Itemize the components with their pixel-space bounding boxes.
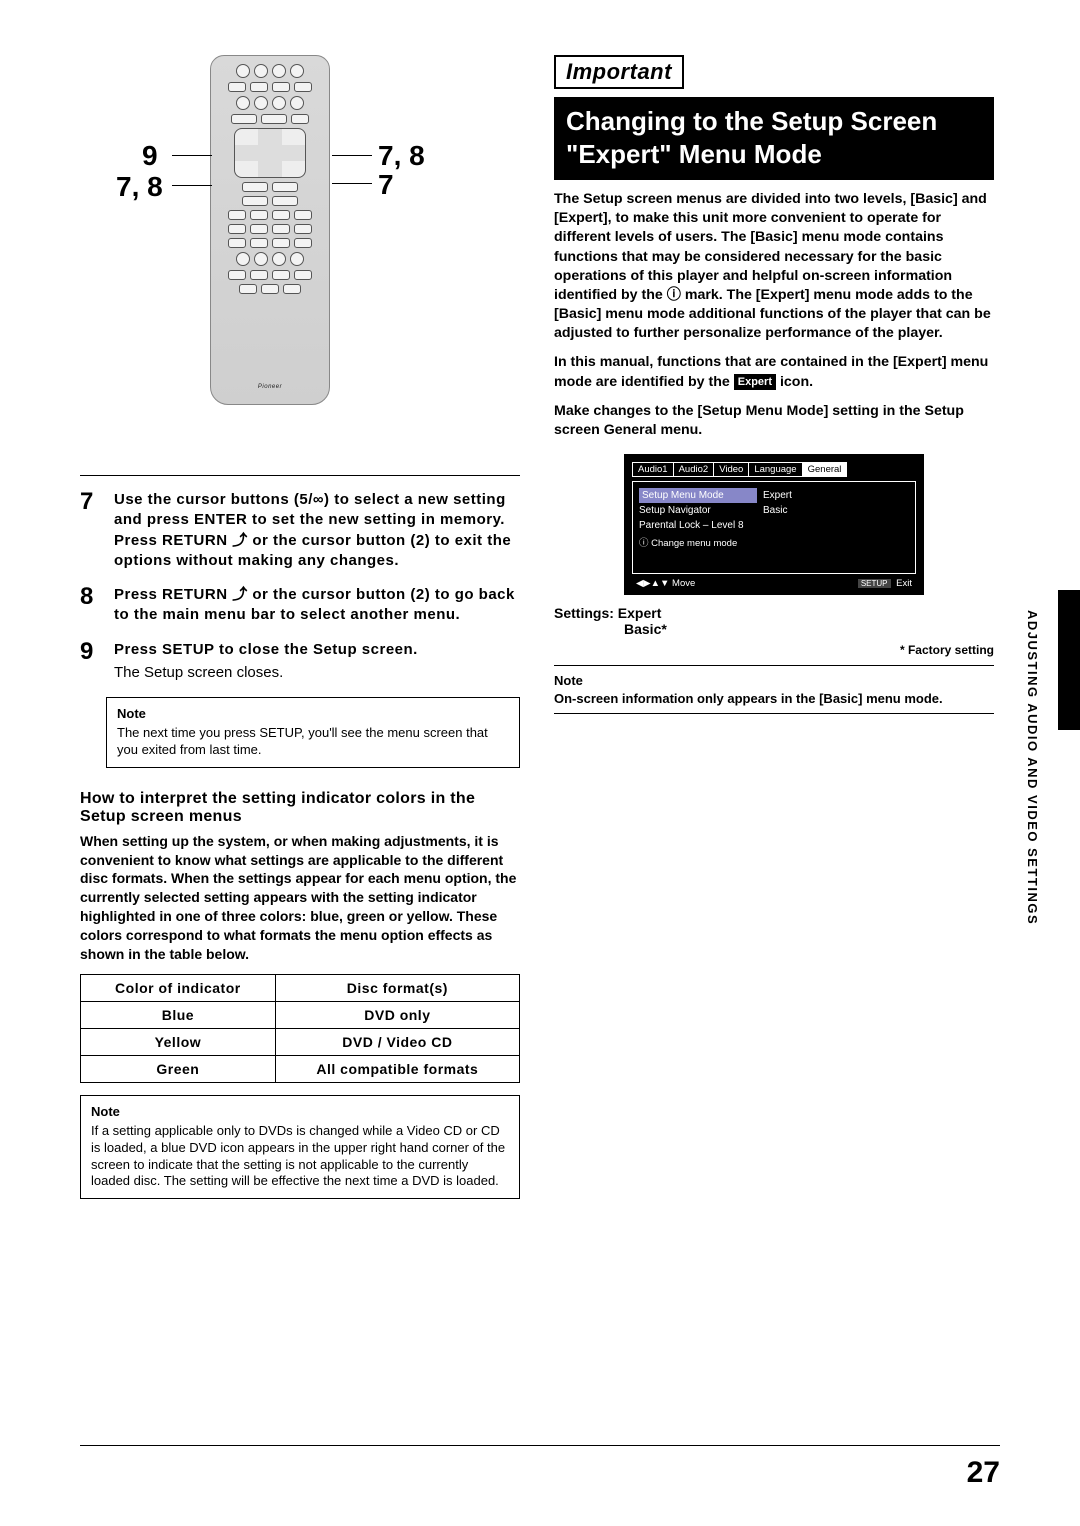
step-subtext: The Setup screen closes. xyxy=(114,663,418,683)
osd-tab: Video xyxy=(713,462,748,477)
right-note: Note On-screen information only appears … xyxy=(554,672,994,707)
callout-7-8-right: 7, 8 xyxy=(378,140,425,172)
paragraph: The Setup screen menus are divided into … xyxy=(554,190,994,343)
callout-9: 9 xyxy=(142,140,158,172)
table-cell: DVD only xyxy=(275,1001,519,1028)
osd-foot-move: ◀▶▲▼ Move xyxy=(636,578,695,589)
settings-line: Settings: Expert xyxy=(554,605,994,621)
osd-tab-active: General xyxy=(802,462,848,477)
paragraph: Make changes to the [Setup Menu Mode] se… xyxy=(554,402,994,440)
note-label: Note xyxy=(554,673,583,688)
table-cell: Blue xyxy=(81,1001,276,1028)
table-cell: All compatible formats xyxy=(275,1055,519,1082)
osd-value: Basic xyxy=(763,503,787,518)
paragraph: In this manual, functions that are conta… xyxy=(554,353,994,391)
step-text: Use the cursor buttons (5/∞) to select a… xyxy=(114,491,511,569)
table-cell: Green xyxy=(81,1055,276,1082)
osd-info: ⓘ Change menu mode xyxy=(639,537,737,551)
callout-7-8-left: 7, 8 xyxy=(116,171,163,203)
osd-tab: Audio1 xyxy=(632,462,673,477)
interpret-heading: How to interpret the setting indicator c… xyxy=(80,790,520,826)
callout-7: 7 xyxy=(378,169,394,201)
osd-row: Parental Lock – Level 8 xyxy=(639,518,744,533)
note-box-1: Note The next time you press SETUP, you'… xyxy=(106,697,520,768)
step-number: 9 xyxy=(80,640,104,684)
osd-tab: Audio2 xyxy=(673,462,714,477)
step-text: Press SETUP to close the Setup screen. xyxy=(114,641,418,658)
osd-foot-chip: SETUP xyxy=(858,579,891,588)
note-text: If a setting applicable only to DVDs is … xyxy=(91,1123,505,1189)
thumb-index-strip xyxy=(1058,590,1080,730)
note-label: Note xyxy=(117,706,509,723)
step-number: 7 xyxy=(80,490,104,571)
table-header: Disc format(s) xyxy=(275,974,519,1001)
note-text: On-screen information only appears in th… xyxy=(554,691,943,706)
step-text: Press RETURN ⤴ or the cursor button (2) … xyxy=(114,586,515,623)
settings-default: Basic* xyxy=(624,621,994,637)
interpret-paragraph: When setting up the system, or when maki… xyxy=(80,832,520,964)
page-number: 27 xyxy=(967,1456,1000,1490)
factory-setting-note: * Factory setting xyxy=(554,643,994,657)
section-title: Changing to the Setup Screen "Expert" Me… xyxy=(554,97,994,180)
expert-badge: Expert xyxy=(734,374,776,391)
step-8: 8 Press RETURN ⤴ or the cursor button (2… xyxy=(80,585,520,626)
note-label: Note xyxy=(91,1104,509,1121)
osd-screenshot: Audio1 Audio2 Video Language General Set… xyxy=(624,454,924,595)
table-cell: DVD / Video CD xyxy=(275,1028,519,1055)
osd-key: Setup Menu Mode xyxy=(639,488,757,503)
osd-foot-exit: Exit xyxy=(896,578,912,589)
footer-rule xyxy=(80,1445,1000,1446)
remote-brand: Pioneer xyxy=(258,384,282,390)
remote-dpad xyxy=(234,128,306,178)
osd-tab: Language xyxy=(748,462,801,477)
remote-figure: Pioneer 9 7, 8 7, 8 7 xyxy=(80,55,520,455)
remote-body: Pioneer xyxy=(210,55,330,405)
side-section-label: ADJUSTING AUDIO AND VIDEO SETTINGS xyxy=(1025,610,1040,925)
table-cell: Yellow xyxy=(81,1028,276,1055)
osd-value: Expert xyxy=(763,488,792,503)
important-tag: Important xyxy=(554,55,684,89)
osd-key: Setup Navigator xyxy=(639,503,757,518)
step-7: 7 Use the cursor buttons (5/∞) to select… xyxy=(80,490,520,571)
table-header: Color of indicator xyxy=(81,974,276,1001)
color-format-table: Color of indicator Disc format(s) Blue D… xyxy=(80,974,520,1083)
step-9: 9 Press SETUP to close the Setup screen.… xyxy=(80,640,520,684)
note-text: The next time you press SETUP, you'll se… xyxy=(117,725,488,757)
step-number: 8 xyxy=(80,585,104,626)
note-box-2: Note If a setting applicable only to DVD… xyxy=(80,1095,520,1199)
